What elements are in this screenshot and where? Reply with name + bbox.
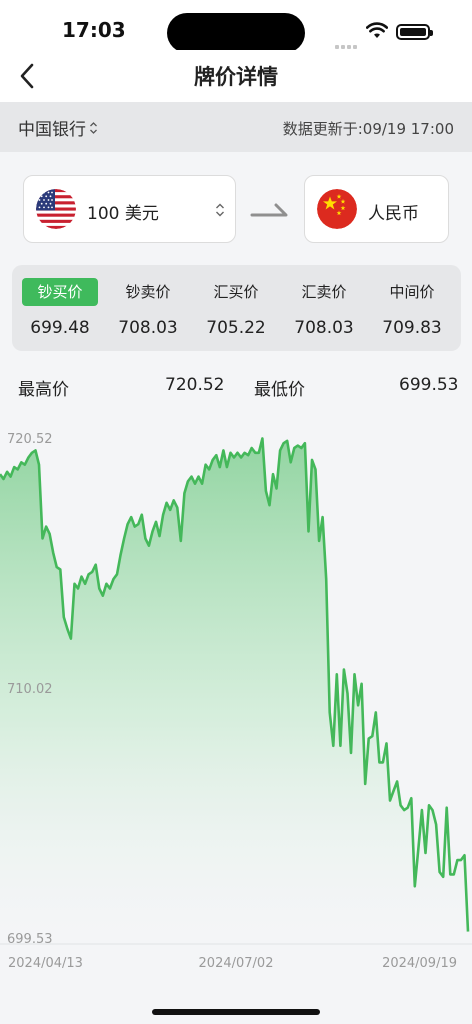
high-low-row: 最高价 720.52 最低价 699.53: [0, 375, 472, 400]
high-label: 最高价: [18, 380, 69, 400]
price-panel: 钞买价 699.48 钞卖价 708.03 汇买价 705.22 汇卖价 708…: [12, 265, 461, 351]
dynamic-island: [167, 13, 305, 53]
bank-name: 中国银行: [18, 120, 86, 140]
low-value: 699.53: [399, 375, 459, 395]
tab-transfer-buy[interactable]: 汇买价: [198, 278, 274, 306]
price-value: 705.22: [206, 318, 266, 338]
price-column-middle: 中间价 709.83: [368, 265, 456, 338]
tab-cash-sell[interactable]: 钞卖价: [110, 278, 186, 306]
price-value: 699.48: [30, 318, 90, 338]
x-tick-label: 2024/09/19: [382, 956, 457, 971]
cn-flag-icon: [317, 189, 357, 229]
updown-chevron-icon: [216, 203, 224, 217]
convert-arrow-icon: [250, 203, 288, 217]
price-column-cash-buy: 钞买价 699.48: [16, 265, 104, 338]
to-currency-card[interactable]: 人民币: [304, 175, 449, 243]
low-label: 最低价: [254, 380, 305, 400]
us-flag-icon: [36, 189, 76, 229]
tab-transfer-sell[interactable]: 汇卖价: [286, 278, 362, 306]
battery-icon: [396, 24, 433, 40]
tab-cash-buy[interactable]: 钞买价: [22, 278, 98, 306]
price-column-cash-sell: 钞卖价 708.03: [104, 265, 192, 338]
home-indicator: [152, 1009, 320, 1015]
y-tick-label: 699.53: [7, 932, 53, 947]
update-time: 数据更新于:09/19 17:00: [282, 120, 454, 138]
rate-chart[interactable]: 720.52 710.02 699.53 2024/04/13 2024/07/02 2…: [0, 410, 472, 980]
y-tick-label: 720.52: [7, 432, 53, 447]
bank-selector[interactable]: 中国银行: [18, 115, 98, 140]
bank-bar: 中国银行 数据更新于:09/19 17:00: [0, 102, 472, 152]
x-tick-label: 2024/07/02: [199, 956, 274, 971]
price-value: 708.03: [118, 318, 178, 338]
from-currency-card[interactable]: 100 美元: [23, 175, 236, 243]
price-value: 709.83: [382, 318, 442, 338]
y-tick-label: 710.02: [7, 682, 53, 697]
price-column-transfer-buy: 汇买价 705.22: [192, 265, 280, 338]
page-title: 牌价详情: [194, 65, 278, 89]
tab-middle-rate[interactable]: 中间价: [374, 278, 450, 306]
chart-area-fill: [0, 438, 468, 944]
from-currency-label: 100 美元: [87, 204, 159, 224]
x-tick-label: 2024/04/13: [8, 956, 83, 971]
to-currency-label: 人民币: [368, 204, 419, 224]
status-time: 17:03: [62, 18, 126, 42]
high-value: 720.52: [165, 375, 225, 395]
updown-chevron-icon: [90, 121, 97, 134]
price-column-transfer-sell: 汇卖价 708.03: [280, 265, 368, 338]
nav-bar: 牌价详情: [0, 50, 472, 102]
price-value: 708.03: [294, 318, 354, 338]
wifi-icon: [366, 22, 388, 38]
